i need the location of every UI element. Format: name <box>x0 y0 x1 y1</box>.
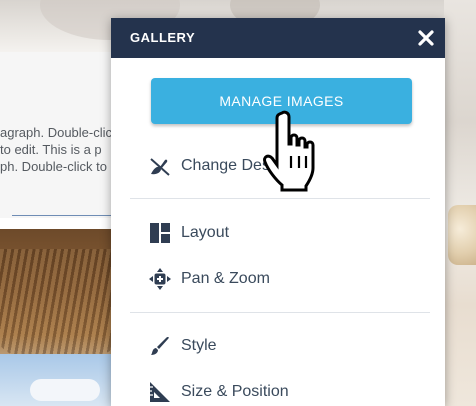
menu-item-label: Layout <box>181 224 230 241</box>
menu-item-size-position[interactable]: Size & Position <box>148 378 428 406</box>
menu-item-label: Size & Position <box>181 383 289 400</box>
brush-icon <box>148 334 172 358</box>
menu-divider <box>130 312 430 313</box>
background-photo-bottom <box>0 229 118 406</box>
panel-header: GALLERY <box>111 18 445 58</box>
menu-item-layout[interactable]: Layout <box>148 219 428 247</box>
menu-item-pan-zoom[interactable]: Pan & Zoom <box>148 265 428 293</box>
manage-images-button[interactable]: MANAGE IMAGES <box>151 78 412 124</box>
menu-item-label: Style <box>181 337 217 354</box>
background-photo-right <box>444 0 476 406</box>
editor-stage: agraph. Double-click to edit. This is a … <box>0 0 476 406</box>
menu-item-label: Change Design <box>181 157 292 174</box>
gallery-panel: GALLERY MANAGE IMAGES Change Design Layo… <box>111 18 445 406</box>
ruler-triangle-icon <box>148 380 172 404</box>
paint-brush-icon <box>148 154 172 178</box>
menu-divider <box>130 198 430 199</box>
close-icon[interactable] <box>414 26 438 50</box>
menu-item-style[interactable]: Style <box>148 332 428 360</box>
menu-item-change-design[interactable]: Change Design <box>148 152 428 180</box>
background-divider <box>12 215 127 216</box>
layout-grid-icon <box>148 221 172 245</box>
panel-title: GALLERY <box>130 30 196 45</box>
pan-zoom-icon <box>148 267 172 291</box>
menu-item-label: Pan & Zoom <box>181 270 270 287</box>
